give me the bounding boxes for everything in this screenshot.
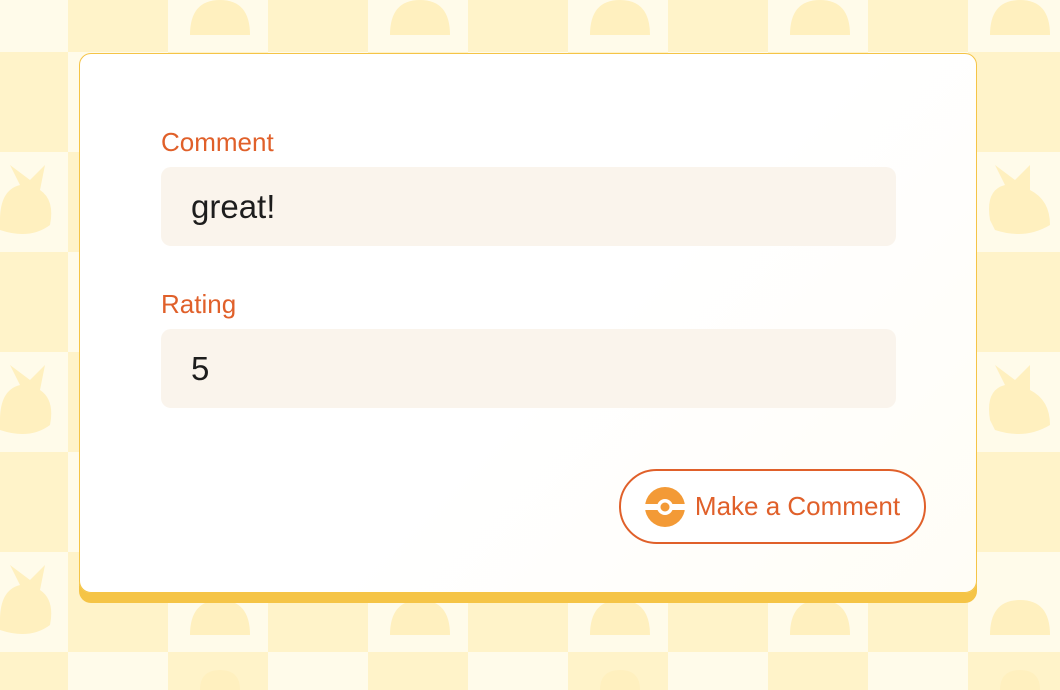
comment-input[interactable] <box>161 167 896 246</box>
make-comment-button[interactable]: Make a Comment <box>619 469 926 544</box>
rating-input[interactable] <box>161 329 896 408</box>
make-comment-label: Make a Comment <box>694 491 901 521</box>
rating-label: Rating <box>161 289 237 319</box>
comment-label: Comment <box>161 127 274 157</box>
comment-form-card: Comment Rating Make a Comment <box>79 53 977 593</box>
pokeball-icon <box>644 486 685 527</box>
